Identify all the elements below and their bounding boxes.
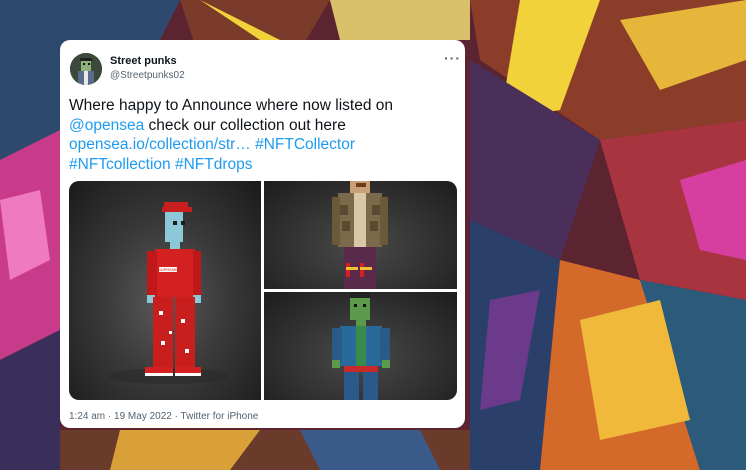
hashtag-nftdrops[interactable]: #NFTdrops bbox=[175, 156, 253, 173]
hashtag-nftcollector[interactable]: #NFTCollector bbox=[255, 136, 355, 153]
tweet-text-line2: check our collection out here bbox=[144, 116, 346, 134]
more-options-icon[interactable]: ··· bbox=[444, 51, 461, 65]
media-image-zombie-punk[interactable] bbox=[264, 292, 457, 400]
tweet-timestamp[interactable]: 1:24 am · 19 May 2022 · Twitter for iPho… bbox=[69, 411, 258, 423]
mention-link[interactable]: @opensea bbox=[69, 117, 144, 134]
collection-url-link[interactable]: opensea.io/collection/str… bbox=[69, 136, 251, 153]
author-handle[interactable]: @Streetpunks02 bbox=[110, 70, 185, 82]
tweet-card[interactable]: Street punks @Streetpunks02 ··· Where ha… bbox=[60, 40, 465, 428]
author-name[interactable]: Street punks bbox=[110, 55, 177, 68]
tweet-text-line1: Where happy to Announce where now listed… bbox=[69, 97, 393, 114]
media-grid[interactable]: SUPREME bbox=[69, 181, 457, 400]
media-image-jacket-punk[interactable] bbox=[264, 181, 457, 289]
shirt-text: SUPREME bbox=[158, 267, 178, 272]
hashtag-nftcollection[interactable]: #NFTcollection bbox=[69, 156, 171, 173]
media-image-red-punk[interactable]: SUPREME bbox=[69, 181, 261, 400]
avatar[interactable] bbox=[70, 53, 102, 85]
tweet-text: Where happy to Announce where now listed… bbox=[69, 96, 459, 174]
